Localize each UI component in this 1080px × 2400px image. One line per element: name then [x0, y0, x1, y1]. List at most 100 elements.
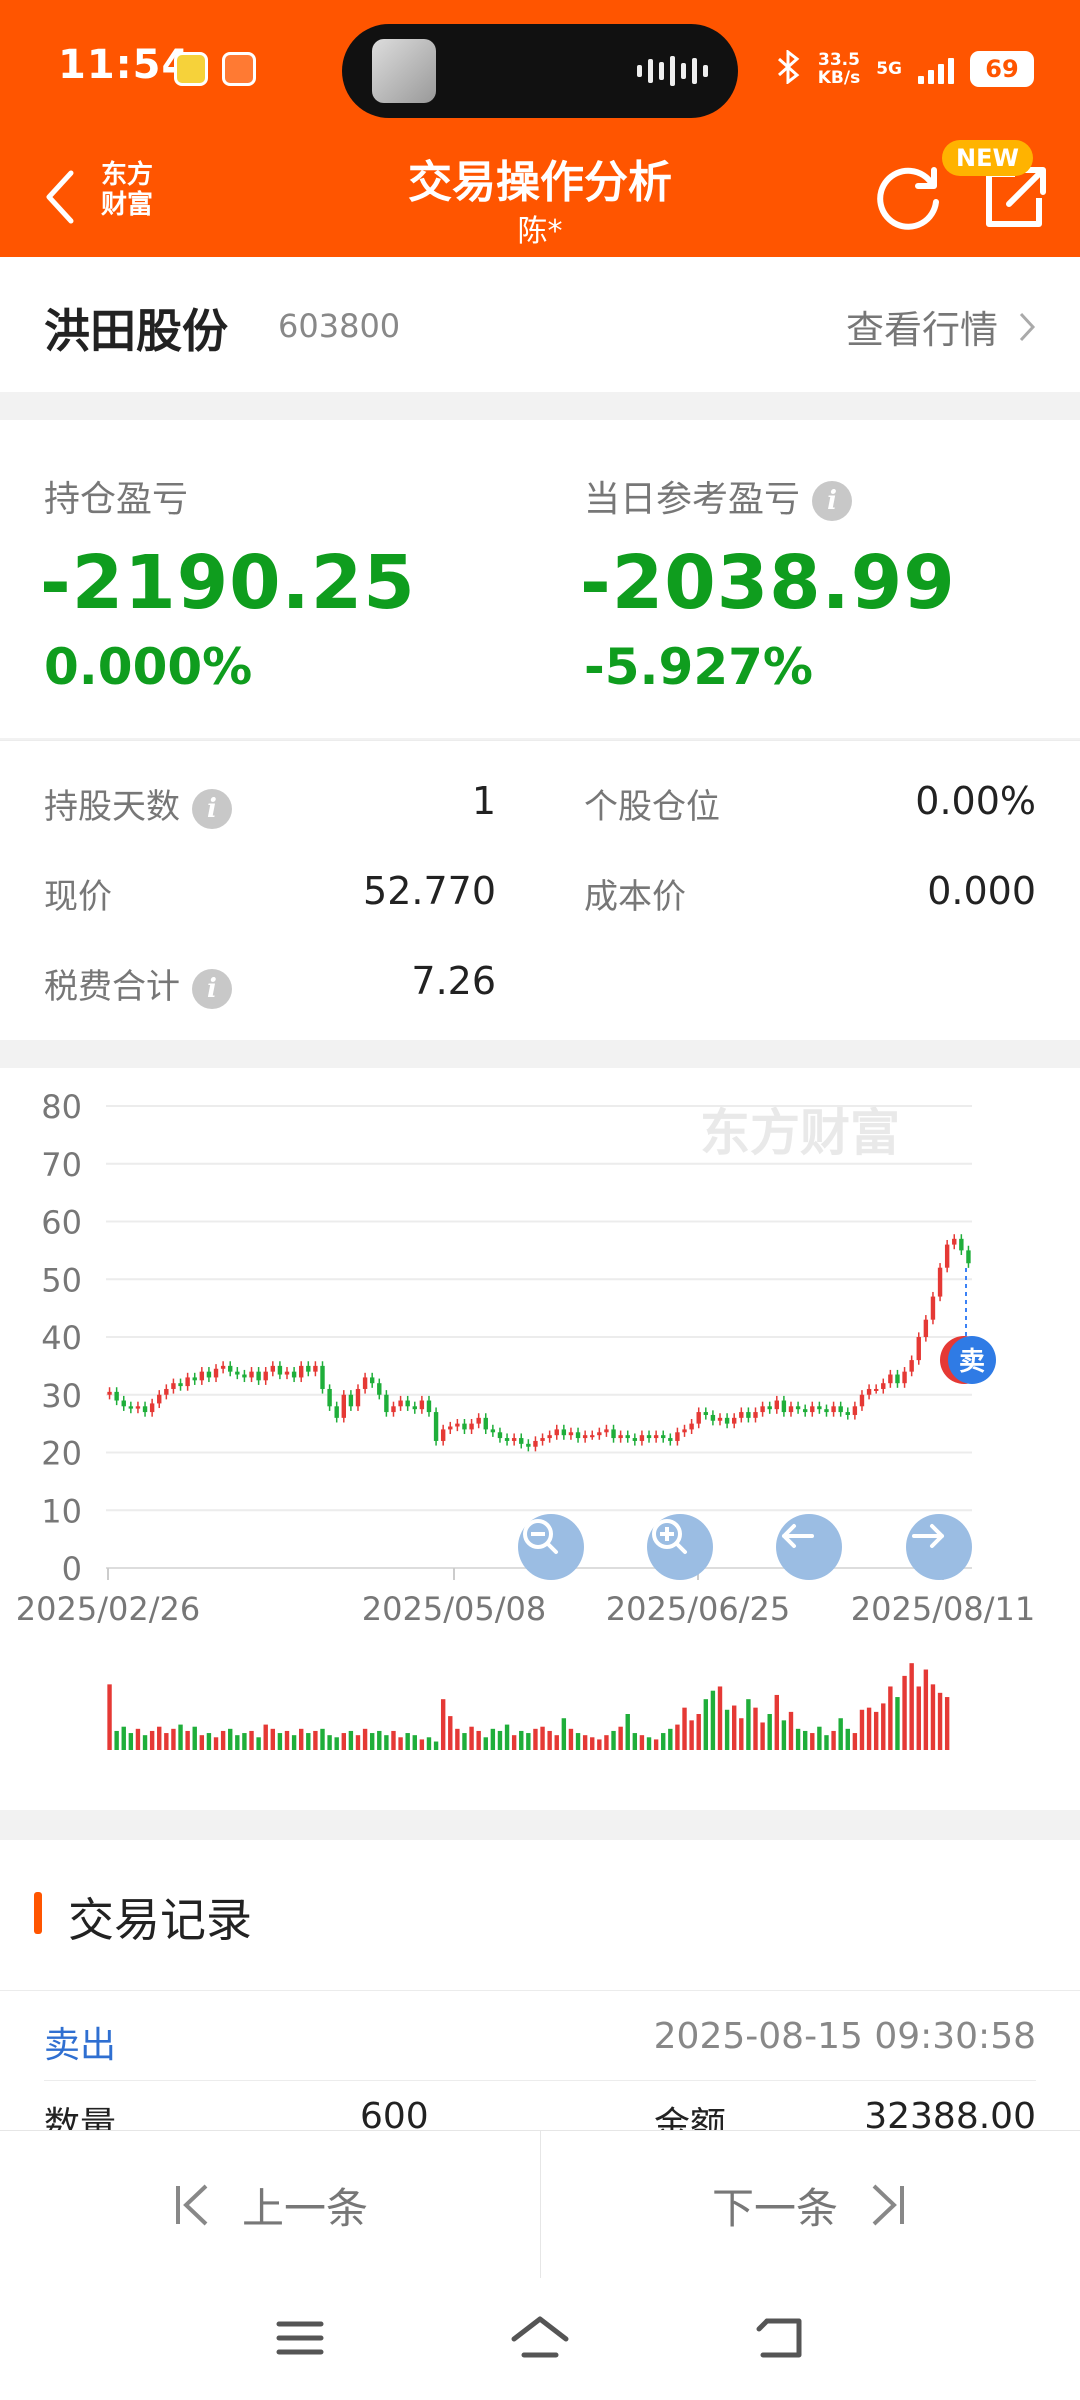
- candle: [810, 1406, 815, 1413]
- prev-record-button[interactable]: 上一条: [0, 2131, 540, 2279]
- volume-bar: [213, 1737, 219, 1750]
- cost-price-stat: 成本价 0.000: [584, 869, 1036, 917]
- volume-bar: [384, 1735, 389, 1750]
- candle: [902, 1371, 907, 1384]
- app-header: 11:54 33.5 KB/s 5G 69 东方 财富 交易操作分析 陈* NE…: [0, 0, 1080, 257]
- candle: [923, 1319, 929, 1337]
- candle: [455, 1423, 460, 1427]
- back-button[interactable]: [30, 162, 90, 232]
- volume-bar: [604, 1735, 609, 1750]
- candle: [334, 1406, 339, 1418]
- volume-bar: [107, 1684, 112, 1750]
- volume-bar: [249, 1730, 254, 1750]
- zoom-out-button[interactable]: [518, 1514, 584, 1580]
- candle: [384, 1394, 389, 1413]
- candle: [469, 1423, 474, 1430]
- sell-marker[interactable]: 卖: [940, 1268, 996, 1384]
- candle: [519, 1438, 524, 1444]
- y-tick-label: 70: [41, 1146, 82, 1184]
- candle: [178, 1383, 183, 1387]
- zoom-in-button[interactable]: [647, 1514, 713, 1580]
- trade-time: 2025-08-15 09:30:58: [653, 2016, 1036, 2057]
- volume-bar: [582, 1735, 588, 1750]
- candle: [135, 1406, 141, 1409]
- candle: [916, 1337, 921, 1361]
- candle: [888, 1374, 893, 1384]
- candle: [306, 1365, 311, 1372]
- candle: [462, 1423, 467, 1430]
- volume-bar: [547, 1730, 552, 1750]
- candle: [717, 1417, 723, 1421]
- volume-bar: [369, 1733, 375, 1750]
- volume-bar: [462, 1733, 467, 1750]
- volume-bar: [902, 1675, 907, 1750]
- volume-bar: [256, 1737, 261, 1750]
- volume-bar: [625, 1714, 630, 1750]
- volume-bar: [682, 1707, 687, 1750]
- volume-bar: [852, 1733, 858, 1750]
- candle: [313, 1365, 318, 1372]
- brand-logo: 东方 财富: [100, 160, 153, 220]
- trade-type[interactable]: 卖出: [44, 2016, 116, 2068]
- volume-bar: [653, 1739, 659, 1750]
- back-nav-button[interactable]: [745, 2308, 815, 2368]
- kline-chart[interactable]: 0 10 20 30 40 50 60 70 80 东方财富 2025/02/26 2025/05…: [0, 1068, 1080, 1810]
- candle: [795, 1406, 801, 1410]
- nav-bar: 东方 财富 交易操作分析 陈* NEW: [0, 140, 1080, 257]
- y-tick-label: 30: [41, 1377, 82, 1415]
- price-chart[interactable]: 0 10 20 30 40 50 60 70 80 东方财富 2025/02/26 2025/05…: [0, 1068, 1080, 1810]
- candle: [284, 1371, 290, 1375]
- menu-nav-button[interactable]: [265, 2308, 335, 2368]
- candle: [895, 1374, 900, 1384]
- candle: [164, 1388, 169, 1395]
- volume-bar: [540, 1726, 545, 1750]
- candle: [632, 1438, 638, 1441]
- arrow-left-icon: [782, 1524, 814, 1548]
- dynamic-island[interactable]: [342, 24, 738, 118]
- y-tick-label: 10: [41, 1492, 82, 1530]
- candle: [419, 1400, 425, 1410]
- daily-pnl-pct: -5.927%: [584, 638, 814, 696]
- candle: [128, 1406, 134, 1409]
- y-tick-label: 50: [41, 1261, 82, 1299]
- next-record-button[interactable]: 下一条: [540, 2131, 1080, 2279]
- y-tick-label: 40: [41, 1319, 82, 1357]
- volume-bar: [575, 1733, 581, 1750]
- x-tick-label: 2025/08/11: [851, 1590, 1035, 1628]
- candle: [142, 1406, 148, 1413]
- notification-app-icon: [174, 52, 208, 86]
- battery-icon: 69: [970, 51, 1034, 87]
- candle: [249, 1371, 254, 1378]
- volume-bar: [448, 1716, 453, 1750]
- pan-left-button[interactable]: [776, 1514, 842, 1580]
- volume-bar: [590, 1737, 595, 1750]
- candle: [476, 1417, 481, 1424]
- candle: [171, 1383, 176, 1389]
- refresh-button[interactable]: [870, 158, 950, 238]
- candle: [497, 1432, 503, 1439]
- info-icon[interactable]: i: [812, 481, 853, 521]
- candle: [362, 1377, 368, 1389]
- candle: [369, 1377, 375, 1384]
- volume-bar: [661, 1733, 666, 1750]
- pan-right-button[interactable]: [906, 1514, 972, 1580]
- volume-bar: [391, 1730, 396, 1750]
- volume-bar: [320, 1728, 325, 1750]
- candle: [597, 1432, 602, 1436]
- volume-bar: [377, 1730, 382, 1750]
- candle: [547, 1435, 552, 1439]
- volume-bar: [753, 1707, 758, 1750]
- home-nav-button[interactable]: [505, 2308, 575, 2368]
- candle: [845, 1412, 850, 1415]
- view-quote-link[interactable]: 查看行情: [846, 299, 1036, 354]
- info-icon[interactable]: i: [192, 968, 232, 1009]
- volume-bar: [689, 1720, 694, 1750]
- volume-bar: [334, 1737, 339, 1750]
- candle: [483, 1417, 488, 1430]
- candle: [114, 1391, 119, 1401]
- info-icon[interactable]: i: [192, 788, 232, 829]
- stock-header: 洪田股份 603800 查看行情: [0, 257, 1080, 392]
- candle: [277, 1365, 283, 1375]
- volume-bar: [597, 1739, 602, 1750]
- volume-bar: [228, 1728, 233, 1750]
